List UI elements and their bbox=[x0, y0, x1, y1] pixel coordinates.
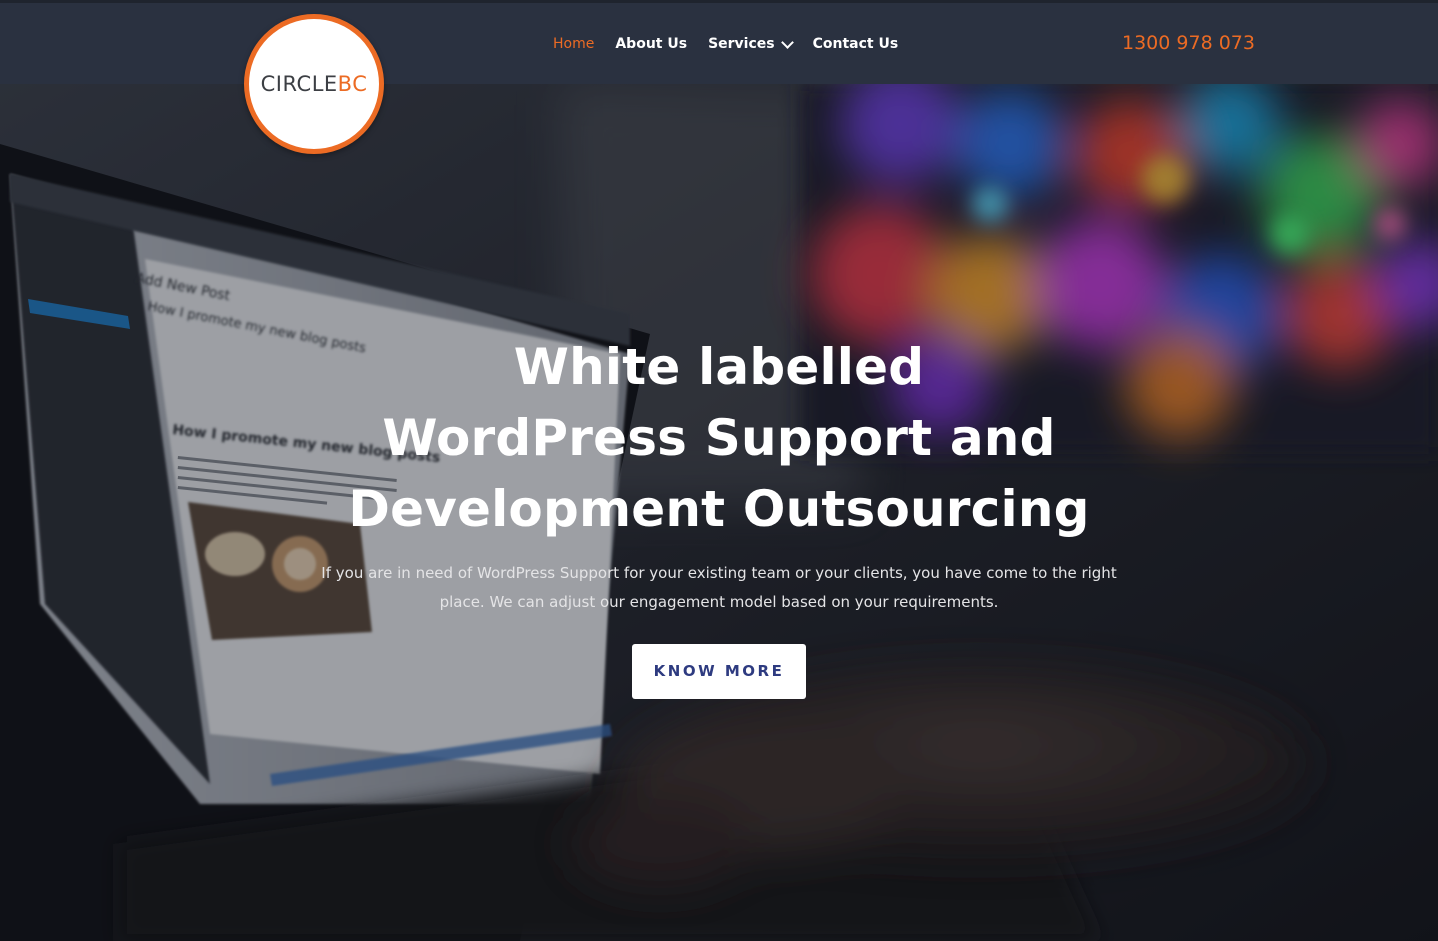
hero-title: White labelled WordPress Support and Dev… bbox=[309, 332, 1129, 545]
phone-number-link[interactable]: 1300 978 073 bbox=[1122, 32, 1255, 54]
nav-item-home[interactable]: Home bbox=[553, 36, 594, 52]
site-header: Home About Us Services Contact Us 1300 9… bbox=[0, 0, 1438, 84]
hero-section: Add New Post How I promote my new blog p… bbox=[0, 84, 1438, 941]
hero-content: White labelled WordPress Support and Dev… bbox=[0, 332, 1438, 699]
logo-text-circle: CIRCLE bbox=[260, 72, 338, 96]
main-nav: Home About Us Services Contact Us bbox=[553, 35, 919, 52]
hero-title-line: White labelled bbox=[513, 338, 925, 396]
hero-title-line: WordPress Support and bbox=[382, 409, 1056, 467]
nav-item-services[interactable]: Services bbox=[708, 35, 794, 52]
nav-item-label: Home bbox=[553, 36, 595, 52]
hero-subtitle: If you are in need of WordPress Support … bbox=[321, 564, 1117, 611]
nav-item-about-us[interactable]: About Us bbox=[615, 36, 687, 52]
page: Home About Us Services Contact Us 1300 9… bbox=[0, 0, 1438, 941]
nav-item-label: About Us bbox=[615, 36, 688, 52]
nav-item-label: Services bbox=[708, 36, 775, 52]
nav-item-contact-us[interactable]: Contact Us bbox=[813, 36, 899, 52]
chevron-down-icon bbox=[780, 35, 794, 49]
site-logo[interactable]: CIRCLEBC bbox=[244, 14, 384, 154]
hero-title-line: Development Outsourcing bbox=[348, 480, 1090, 538]
logo-text-bc: BC bbox=[337, 72, 368, 96]
nav-item-label: Contact Us bbox=[812, 36, 899, 52]
logo-text: CIRCLEBC bbox=[261, 72, 368, 96]
know-more-button[interactable]: KNOW MORE bbox=[632, 644, 806, 699]
